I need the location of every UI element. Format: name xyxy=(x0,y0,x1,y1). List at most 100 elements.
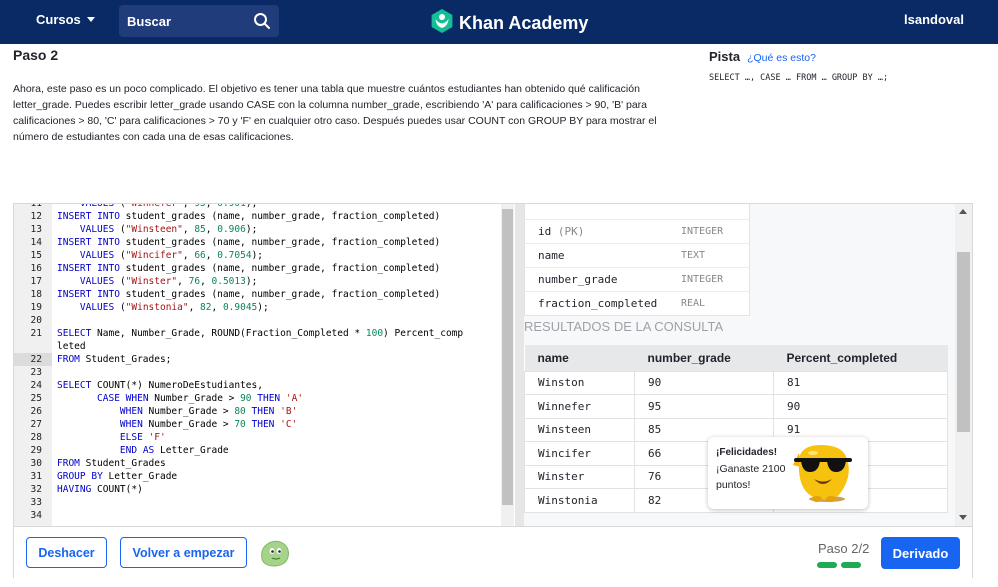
khan-academy-leaf-icon xyxy=(431,9,453,38)
scroll-down-icon[interactable] xyxy=(959,515,967,520)
schema-row: fraction_completed REAL xyxy=(525,291,749,315)
pane-divider[interactable] xyxy=(515,204,524,526)
output-scrollbar[interactable] xyxy=(955,204,972,526)
code-line[interactable]: 20 xyxy=(14,314,515,327)
schema-row: id (PK) INTEGER xyxy=(525,219,749,243)
line-number: 21 xyxy=(30,328,42,339)
code-line[interactable]: 26 WHEN Number_Grade > 80 THEN 'B' xyxy=(14,405,515,418)
code-text[interactable]: INSERT INTO student_grades (name, number… xyxy=(57,236,440,249)
line-number: 26 xyxy=(30,406,42,417)
toast-title: ¡Felicidades! xyxy=(716,447,778,458)
code-text[interactable]: CASE WHEN Number_Grade > 90 THEN 'A' xyxy=(57,392,303,405)
editor-scrollbar[interactable] xyxy=(501,204,514,526)
line-number: 23 xyxy=(30,367,42,378)
code-text[interactable]: VALUES ("Winsteen", 85, 0.906); xyxy=(57,223,257,236)
code-line[interactable]: 14 INSERT INTO student_grades (name, numb… xyxy=(14,236,515,249)
code-line[interactable]: 33 xyxy=(14,496,515,509)
restart-button[interactable]: Volver a empezar xyxy=(120,537,247,568)
challenge-frame: 11 VALUES ("Winnefer", 95, 0.901);12INSE… xyxy=(13,203,973,578)
step-title: Paso 2 xyxy=(13,47,59,63)
avatar-blob-icon xyxy=(259,539,291,572)
code-text[interactable]: GROUP BY Letter_Grade xyxy=(57,470,177,483)
table-cell: Wincifer xyxy=(524,441,635,466)
code-text[interactable]: VALUES ("Winstonia", 82, 0.9045); xyxy=(57,301,269,314)
code-line[interactable]: 29 END AS Letter_Grade xyxy=(14,444,515,457)
line-number: 34 xyxy=(30,510,42,521)
hint-title: Pista xyxy=(709,49,741,64)
courses-menu[interactable]: Cursos xyxy=(36,12,95,27)
next-button[interactable]: Derivado xyxy=(881,537,960,569)
line-number: 16 xyxy=(30,263,42,274)
schema-column-type: REAL xyxy=(681,298,706,309)
code-line[interactable]: 13 VALUES ("Winsteen", 85, 0.906); xyxy=(14,223,515,236)
search-icon[interactable] xyxy=(253,12,271,35)
code-line[interactable]: 18 INSERT INTO student_grades (name, numb… xyxy=(14,288,515,301)
code-text[interactable]: WHEN Number_Grade > 80 THEN 'B' xyxy=(57,405,297,418)
user-menu[interactable]: lsandoval xyxy=(904,12,964,27)
line-number: 18 xyxy=(30,289,42,300)
step-progress xyxy=(817,562,861,568)
code-line[interactable]: 25 CASE WHEN Number_Grade > 90 THEN 'A' xyxy=(14,392,515,405)
code-line[interactable]: leted xyxy=(14,340,515,353)
search-input[interactable] xyxy=(119,5,249,37)
schema-row: number_grade INTEGER xyxy=(525,267,749,291)
congrats-toast[interactable]: ¡Felicidades! ¡Ganaste 2100 puntos! xyxy=(708,437,868,509)
code-line[interactable]: 23 xyxy=(14,366,515,379)
code-text[interactable]: END AS Letter_Grade xyxy=(57,444,229,457)
code-line[interactable]: 28 ELSE 'F' xyxy=(14,431,515,444)
code-text[interactable]: HAVING COUNT(*) xyxy=(57,483,143,496)
code-line[interactable]: 15 VALUES ("Wincifer", 66, 0.7054); xyxy=(14,249,515,262)
schema-column-name: name xyxy=(538,249,565,262)
code-line[interactable]: 19 VALUES ("Winstonia", 82, 0.9045); xyxy=(14,301,515,314)
code-line[interactable]: 17 VALUES ("Winster", 76, 0.5013); xyxy=(14,275,515,288)
undo-button[interactable]: Deshacer xyxy=(26,537,107,568)
schema-pk-marker: (PK) xyxy=(557,225,585,238)
code-line[interactable]: 30 FROM Student_Grades xyxy=(14,457,515,470)
code-line[interactable]: 31 GROUP BY Letter_Grade xyxy=(14,470,515,483)
code-text[interactable]: VALUES ("Winster", 76, 0.5013); xyxy=(57,275,257,288)
code-text[interactable]: INSERT INTO student_grades (name, number… xyxy=(57,288,440,301)
hint-help-link[interactable]: ¿Qué es esto? xyxy=(747,52,816,64)
results-heading: RESULTADOS DE LA CONSULTA xyxy=(524,319,724,334)
line-number: 30 xyxy=(30,458,42,469)
line-number: 27 xyxy=(30,419,42,430)
table-cell: 90 xyxy=(773,394,948,419)
output-scrollbar-thumb[interactable] xyxy=(957,252,970,432)
results-column-header: Percent_completed xyxy=(773,345,948,371)
schema-column-cell: fraction_completed xyxy=(538,292,657,315)
editor-scrollbar-thumb[interactable] xyxy=(502,209,513,505)
code-text[interactable]: FROM Student_Grades xyxy=(57,457,166,470)
code-text[interactable]: leted xyxy=(57,340,86,353)
schema-column-name: fraction_completed xyxy=(538,297,658,310)
code-line[interactable]: 34 xyxy=(14,509,515,522)
code-line[interactable]: 21 SELECT Name, Number_Grade, ROUND(Fract… xyxy=(14,327,515,340)
schema-row xyxy=(525,204,749,219)
sunglasses-mascot-icon xyxy=(787,441,863,510)
code-line[interactable]: 24 SELECT COUNT(*) NumeroDeEstudiantes, xyxy=(14,379,515,392)
table-row: Winston 90 81 xyxy=(524,370,948,395)
code-text[interactable]: INSERT INTO student_grades (name, number… xyxy=(57,262,440,275)
code-text[interactable]: INSERT INTO student_grades (name, number… xyxy=(57,210,440,223)
code-lines: 11 VALUES ("Winnefer", 95, 0.901);12INSE… xyxy=(14,204,515,522)
khan-academy-logo[interactable]: Khan Academy xyxy=(431,9,588,38)
code-text[interactable]: VALUES ("Wincifer", 66, 0.7054); xyxy=(57,249,263,262)
code-line[interactable]: 32 HAVING COUNT(*) xyxy=(14,483,515,496)
code-text[interactable]: WHEN Number_Grade > 70 THEN 'C' xyxy=(57,418,297,431)
code-text[interactable]: SELECT COUNT(*) NumeroDeEstudiantes, xyxy=(57,379,263,392)
schema-column-cell: name xyxy=(538,244,565,267)
line-number: 20 xyxy=(30,315,42,326)
code-text[interactable]: ELSE 'F' xyxy=(57,431,166,444)
code-line[interactable]: 27 WHEN Number_Grade > 70 THEN 'C' xyxy=(14,418,515,431)
code-text[interactable]: SELECT Name, Number_Grade, ROUND(Fractio… xyxy=(57,327,463,340)
code-line[interactable]: 12 INSERT INTO student_grades (name, numb… xyxy=(14,210,515,223)
code-line[interactable]: 16 INSERT INTO student_grades (name, numb… xyxy=(14,262,515,275)
code-editor[interactable]: 11 VALUES ("Winnefer", 95, 0.901);12INSE… xyxy=(14,204,515,526)
code-line[interactable]: 22 FROM Student_Grades; xyxy=(14,353,515,366)
code-text[interactable]: FROM Student_Grades; xyxy=(57,353,171,366)
line-number: 33 xyxy=(30,497,42,508)
line-number: 13 xyxy=(30,224,42,235)
table-cell: Winster xyxy=(524,464,635,489)
schema-row: name TEXT xyxy=(525,243,749,267)
results-column-header: number_grade xyxy=(634,345,774,371)
scroll-up-icon[interactable] xyxy=(959,209,967,214)
